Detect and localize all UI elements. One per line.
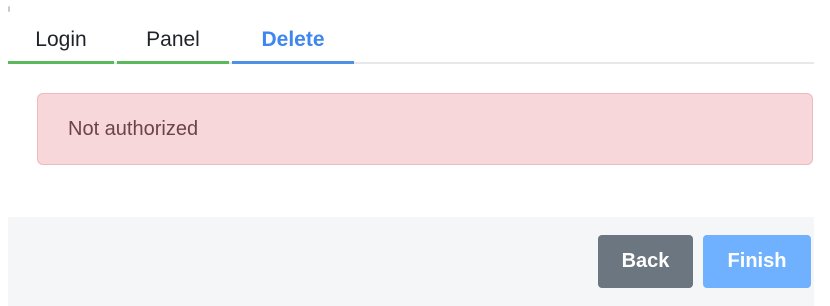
wizard-footer: Back Finish	[8, 217, 814, 306]
back-button[interactable]: Back	[598, 235, 693, 288]
tab-panel[interactable]: Panel	[117, 18, 229, 64]
tab-delete[interactable]: Delete	[232, 18, 354, 64]
error-alert: Not authorized	[37, 93, 813, 165]
tab-panel-label: Panel	[146, 27, 200, 51]
tab-login-label: Login	[35, 27, 87, 51]
finish-button[interactable]: Finish	[703, 235, 811, 288]
tab-delete-label: Delete	[261, 27, 325, 51]
tab-login[interactable]: Login	[8, 18, 114, 64]
error-alert-message: Not authorized	[68, 117, 199, 140]
corner-mark	[8, 6, 10, 12]
wizard-tabs: Login Panel Delete	[8, 18, 814, 64]
